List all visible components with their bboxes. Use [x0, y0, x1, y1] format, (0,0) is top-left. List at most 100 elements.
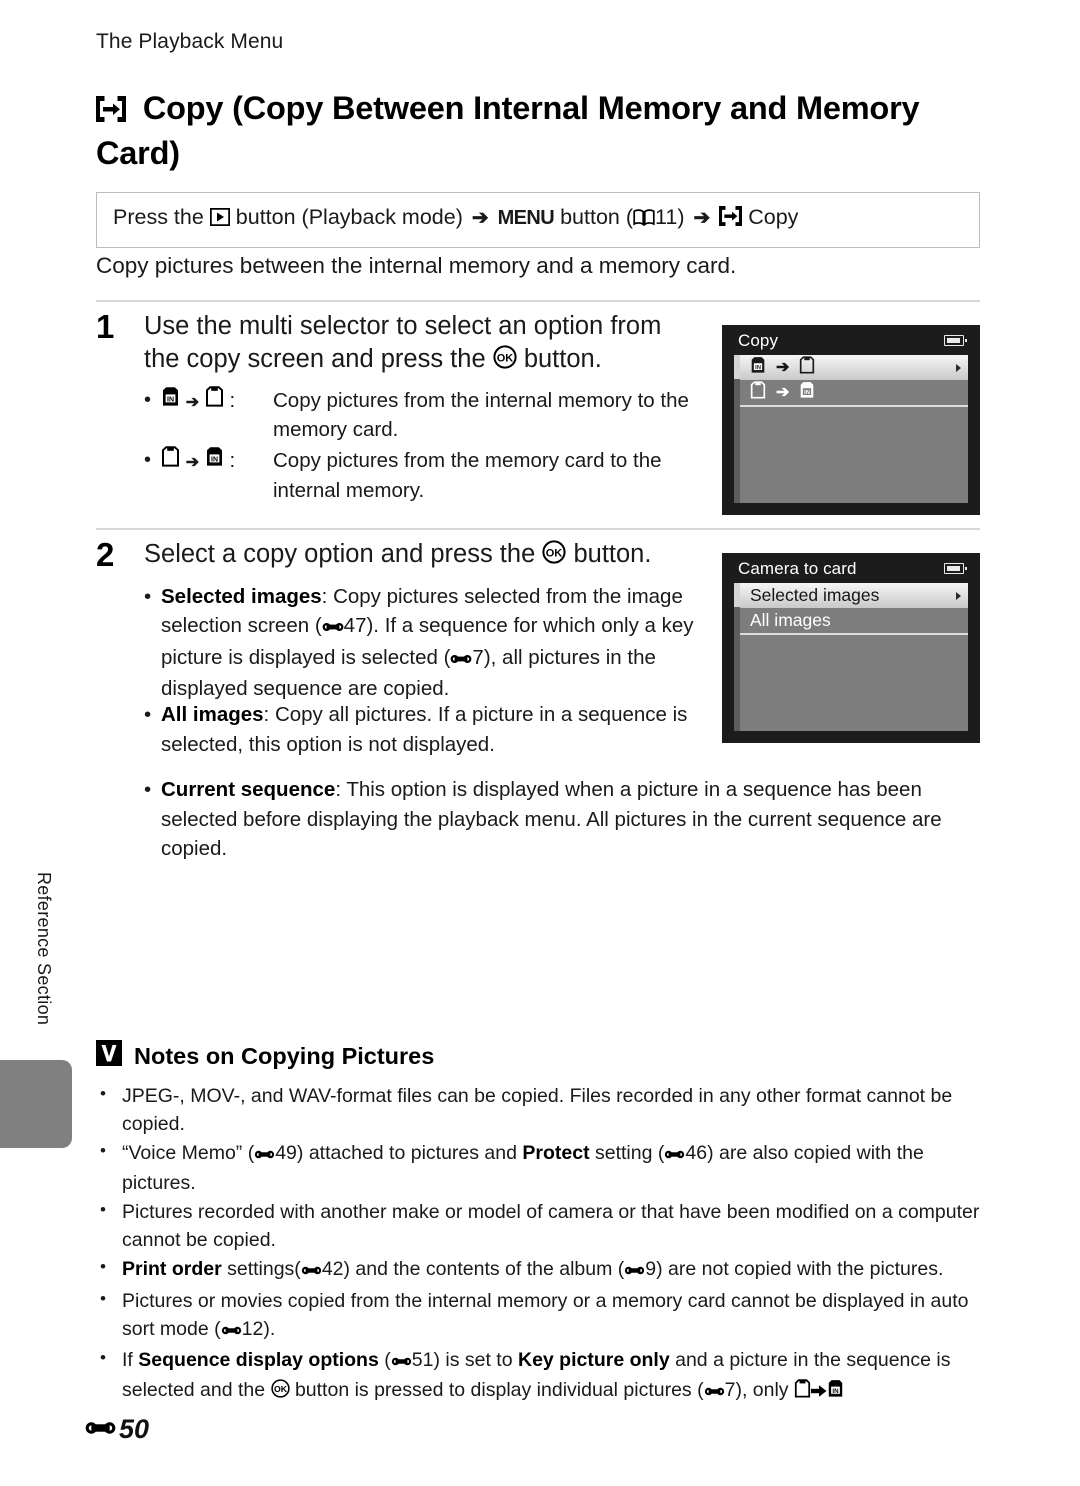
note-item-4-ref2: 9 [645, 1258, 657, 1281]
menu-item-all-images[interactable]: All images [740, 608, 968, 633]
arrow-right-icon: ➔ [471, 207, 489, 229]
step-2-bullet-1-ref2: 7 [472, 645, 484, 669]
divider-2 [96, 528, 980, 530]
notes-heading-text: Notes on Copying Pictures [134, 1042, 435, 1069]
svg-text:OK: OK [546, 547, 563, 559]
note-item-4-ref1: 42 [321, 1258, 344, 1281]
note-item-2-ref1: 49 [275, 1142, 297, 1165]
bullet-dot: • [100, 1084, 106, 1103]
menu-item-internal-to-card[interactable]: IN ➔ [740, 355, 968, 380]
step-1-bullet-2-key: ➔ IN : [161, 446, 273, 504]
manual-page: The Playback Menu Copy (Copy Between Int… [0, 0, 1080, 1486]
bullet-dot: • [144, 389, 152, 412]
step-2-heading: Select a copy option and press the OK bu… [144, 538, 696, 573]
svg-text:IN: IN [832, 1388, 839, 1395]
bullet-dot: • [144, 703, 152, 726]
caution-icon [96, 1040, 122, 1072]
section-mark-icon [322, 613, 344, 643]
note-item-2: • “Voice Memo” (49) attached to pictures… [96, 1139, 982, 1197]
note-item-3: • Pictures recorded with another make or… [96, 1198, 982, 1254]
camera-screen-1-body: IN ➔ ➔ IN [734, 355, 968, 503]
step-1-bullets: • IN ➔ : Copy pictures from the internal… [144, 386, 696, 504]
menu-item-selected-images-label: Selected images [750, 585, 880, 605]
step-2-heading-b: button. [573, 540, 652, 568]
section-mark-icon [704, 1378, 725, 1406]
step-2-bullet-1-bold: Selected images [161, 584, 322, 608]
menu-path-mid1: button (Playback mode) [235, 205, 463, 229]
note-item-4-bold: Print order [122, 1258, 222, 1281]
internal-memory-icon: IN [205, 447, 230, 472]
section-mark-icon [221, 1317, 242, 1345]
svg-text:OK: OK [496, 352, 513, 364]
menu-path-page-ref: 11 [655, 205, 678, 229]
battery-icon [944, 335, 967, 346]
bullet-dot: • [100, 1200, 106, 1220]
bullet-dot: • [100, 1257, 106, 1277]
section-side-tab [0, 1060, 72, 1148]
battery-icon [944, 563, 967, 574]
section-mark-icon [450, 645, 472, 675]
memory-card-icon [161, 446, 186, 472]
svg-text:IN: IN [167, 397, 174, 404]
arrow-right-icon: ➔ [185, 394, 200, 412]
memory-card-icon [799, 356, 815, 379]
step-2-number: 2 [96, 536, 115, 573]
menu-path-copy-label: Copy [748, 205, 799, 229]
internal-memory-icon: IN [750, 356, 766, 379]
internal-memory-icon: IN [827, 1378, 844, 1406]
divider-1 [96, 300, 980, 302]
notes-heading: Notes on Copying Pictures [96, 1040, 434, 1072]
ok-button-icon: OK [542, 540, 566, 573]
note-item-4: • Print order settings(42) and the conte… [96, 1255, 982, 1285]
note-item-5-t2: ). [263, 1317, 276, 1340]
bullet-dot: • [100, 1288, 106, 1308]
copy-icon-inline [719, 206, 743, 233]
page-number: 50 [119, 1414, 150, 1444]
step-2-bullets: • Selected images: Copy pictures selecte… [144, 582, 696, 704]
playback-button-icon [209, 207, 231, 233]
note-item-2-ref2: 46 [685, 1142, 708, 1165]
arrow-right-icon-2: ➔ [693, 207, 711, 229]
list-separator [740, 633, 968, 635]
step-2-bullet-3: • Current sequence: This option is displ… [144, 775, 980, 864]
note-item-5-ref1: 12 [241, 1317, 264, 1340]
note-item-2-t2: ) attached to pictures and [296, 1142, 523, 1165]
bullet-dot: • [144, 449, 152, 472]
step-2-bullet-1-ref1: 47 [343, 614, 367, 638]
intro-paragraph: Copy pictures between the internal memor… [96, 253, 737, 278]
internal-memory-icon: IN [161, 387, 186, 412]
step-1: 1 Use the multi selector to select an op… [96, 310, 696, 507]
list-separator [740, 405, 968, 407]
arrow-right-icon [810, 1378, 827, 1406]
camera-screen-copy: Copy IN ➔ ➔ IN [722, 325, 980, 515]
menu-item-selected-images[interactable]: Selected images [740, 583, 968, 608]
camera-screen-1-title-text: Copy [738, 331, 779, 350]
step-2-bullet-1: • Selected images: Copy pictures selecte… [144, 582, 696, 704]
note-item-6-bold-1: Sequence display options [138, 1348, 379, 1371]
step-1-bullet-1-colon: : [229, 389, 236, 413]
ok-button-icon: OK [270, 1378, 290, 1406]
page-title-text: Copy (Copy Between Internal Memory and M… [96, 90, 920, 171]
section-mark-icon [254, 1141, 275, 1169]
note-item-4-t1: settings( [221, 1258, 301, 1281]
chevron-right-icon [956, 591, 961, 600]
step-1-bullet-1-text: Copy pictures from the internal memory t… [273, 389, 689, 442]
camera-screen-2-body: Selected images All images [734, 583, 968, 731]
arrow-right-icon: ➔ [185, 454, 200, 472]
bullet-dot: • [144, 778, 152, 802]
menu-path-mid3: ) [677, 205, 685, 229]
note-item-6-t5: button is pressed to display individual … [289, 1378, 704, 1401]
camera-screen-2-rows: Selected images All images [740, 583, 968, 633]
menu-path-box: Press the button (Playback mode) ➔ MENU … [96, 192, 980, 248]
memory-card-icon [794, 1378, 811, 1406]
note-item-6-t1: If [122, 1348, 139, 1371]
camera-screen-camera-to-card: Camera to card Selected images All image… [722, 553, 980, 743]
note-item-6-ref1: 51 [411, 1348, 434, 1371]
note-item-2-t1: “Voice Memo” ( [122, 1142, 255, 1165]
menu-item-card-to-internal[interactable]: ➔ IN [740, 380, 968, 405]
copy-icon [96, 93, 135, 129]
note-item-6-t3: ) is set to [433, 1348, 518, 1371]
page-title: Copy (Copy Between Internal Memory and M… [96, 88, 926, 174]
section-mark-icon [624, 1257, 645, 1285]
note-item-3-text: Pictures recorded with another make or m… [122, 1201, 980, 1252]
